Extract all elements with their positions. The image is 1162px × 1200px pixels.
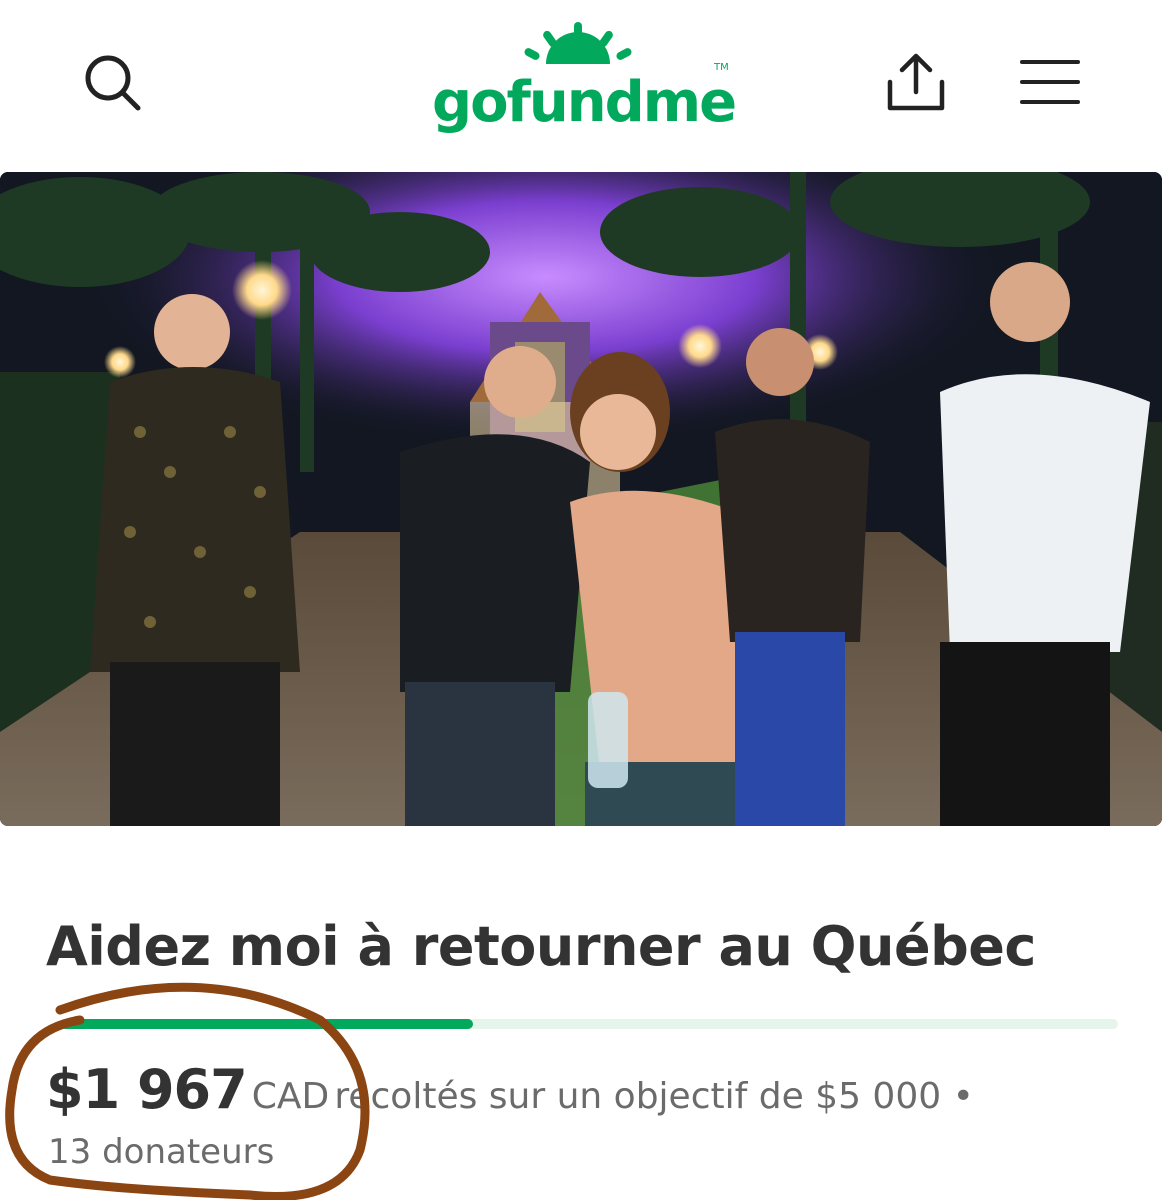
top-nav: gofundme TM: [0, 0, 1162, 170]
currency-code: CAD: [251, 1076, 330, 1117]
amount-raised: $1 967: [46, 1058, 248, 1121]
gofundme-logo[interactable]: gofundme TM: [428, 22, 738, 135]
donor-count[interactable]: 13 donateurs: [48, 1132, 274, 1172]
progress-fill: [60, 1019, 473, 1029]
goal-text: récoltés sur un objectif de $5 000 •: [334, 1076, 974, 1117]
search-icon[interactable]: [80, 52, 144, 112]
campaign-photo: [0, 172, 1162, 826]
menu-icon[interactable]: [1018, 58, 1082, 108]
logo-wordmark: gofundme: [432, 70, 737, 135]
share-icon[interactable]: [884, 52, 948, 114]
funding-stats: $1 967 CAD récoltés sur un objectif de $…: [46, 1058, 1146, 1128]
logo-trademark: TM: [714, 62, 729, 73]
campaign-title: Aidez moi à retourner au Québec: [46, 915, 1036, 978]
progress-bar: [60, 1019, 1118, 1029]
